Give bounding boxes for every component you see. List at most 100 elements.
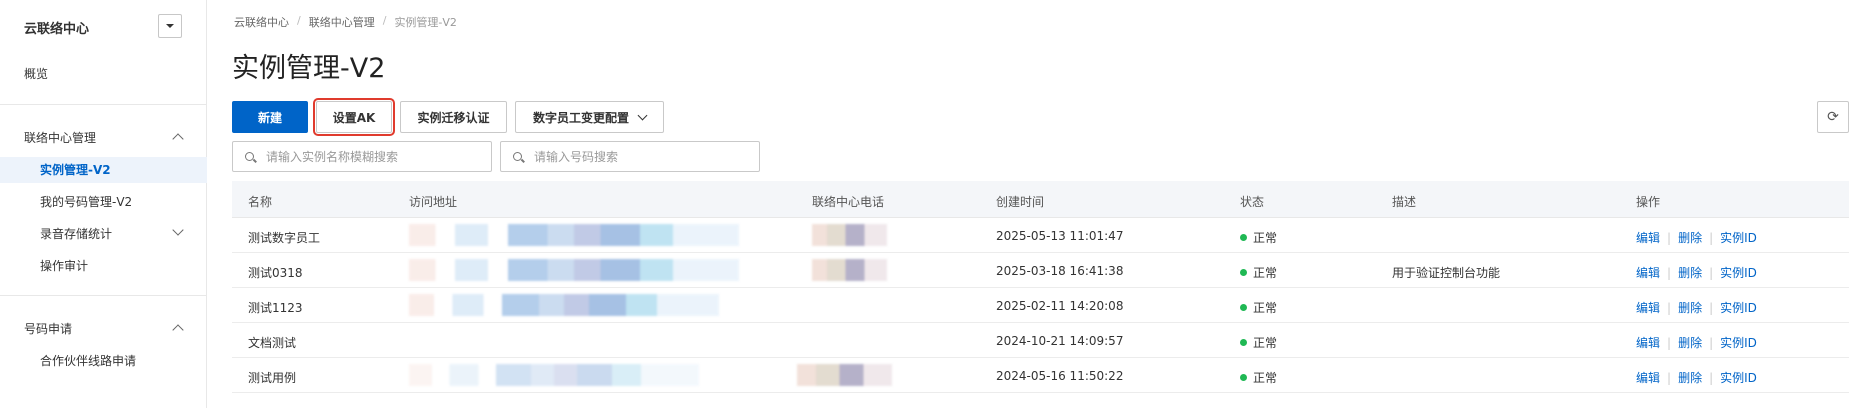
column-header: 状态	[1240, 195, 1265, 209]
delete-link[interactable]: 删除	[1678, 264, 1702, 281]
delete-link[interactable]: 删除	[1678, 299, 1702, 316]
sidebar-item-overview[interactable]: 概览	[24, 65, 48, 82]
breadcrumb-separator: /	[297, 14, 301, 27]
cell-name: 文档测试	[248, 336, 297, 350]
status-label: 正常	[1253, 336, 1278, 350]
status-label: 正常	[1253, 301, 1278, 315]
migrate-auth-button[interactable]: 实例迁移认证	[400, 101, 507, 133]
chevron-up-icon[interactable]	[172, 324, 184, 336]
row-actions: 编辑 | 删除 | 实例ID	[1636, 229, 1757, 246]
refresh-button[interactable]: ⟳	[1817, 101, 1849, 133]
instance-search-input[interactable]	[266, 149, 466, 164]
redacted-phone	[797, 364, 892, 386]
sidebar-divider	[0, 295, 207, 296]
refresh-icon: ⟳	[1827, 109, 1839, 125]
instance-id-link[interactable]: 实例ID	[1720, 229, 1757, 246]
cell-status: 正常	[1240, 229, 1277, 246]
column-header: 名称	[248, 195, 273, 209]
cell-created: 2024-05-16 11:50:22	[996, 369, 1124, 383]
sidebar-item-my-numbers-v2[interactable]: 我的号码管理-V2	[40, 193, 132, 210]
cell-status: 正常	[1240, 334, 1277, 351]
chevron-up-icon[interactable]	[172, 133, 184, 145]
status-label: 正常	[1253, 231, 1278, 245]
delete-link[interactable]: 删除	[1678, 369, 1702, 386]
sidebar: 云联络中心 概览 联络中心管理 实例管理-V2 我的号码管理-V2 录音存储统计…	[0, 0, 207, 408]
status-dot-icon	[1240, 304, 1247, 311]
edit-link[interactable]: 编辑	[1636, 299, 1660, 316]
sidebar-divider	[0, 104, 207, 105]
digital-employee-config-dropdown[interactable]: 数字员工变更配置	[515, 101, 664, 133]
edit-link[interactable]: 编辑	[1636, 264, 1660, 281]
status-dot-icon	[1240, 374, 1247, 381]
breadcrumb-item[interactable]: 联络中心管理	[309, 14, 375, 30]
instance-id-link[interactable]: 实例ID	[1720, 264, 1757, 281]
redacted-address	[409, 224, 739, 246]
status-dot-icon	[1240, 339, 1247, 346]
instance-table: 名称 访问地址 联络中心电话 创建时间 状态 描述 操作 测试数字员工 2025…	[232, 181, 1849, 393]
instance-id-link[interactable]: 实例ID	[1720, 299, 1757, 316]
status-dot-icon	[1240, 269, 1247, 276]
breadcrumb-item[interactable]: 云联络中心	[234, 14, 289, 30]
table-row: 文档测试 2024-10-21 14:09:57 正常 编辑 | 删除 | 实例ID	[232, 323, 1849, 358]
column-header: 创建时间	[996, 195, 1045, 209]
cell-created: 2025-05-13 11:01:47	[996, 229, 1124, 243]
status-label: 正常	[1253, 266, 1278, 280]
instance-search-field[interactable]	[232, 141, 492, 172]
edit-link[interactable]: 编辑	[1636, 229, 1660, 246]
table-row: 测试用例 2024-05-16 11:50:22 正常 编辑 | 删除 | 实例ID	[232, 358, 1849, 393]
cell-created: 2025-03-18 16:41:38	[996, 264, 1124, 278]
redacted-phone	[812, 224, 887, 246]
row-actions: 编辑 | 删除 | 实例ID	[1636, 334, 1757, 351]
chevron-down-icon	[637, 110, 648, 120]
table-row: 测试数字员工 2025-05-13 11:01:47 正常 编辑 | 删除 | 实例ID	[232, 218, 1849, 253]
edit-link[interactable]: 编辑	[1636, 334, 1660, 351]
redacted-phone	[812, 259, 887, 281]
table-row: 测试0318 2025-03-18 16:41:38 正常 用于验证控制台功能 …	[232, 253, 1849, 288]
separator: |	[1667, 230, 1672, 245]
separator: |	[1709, 265, 1714, 280]
breadcrumb: 云联络中心 / 联络中心管理 / 实例管理-V2	[234, 14, 457, 30]
row-actions: 编辑 | 删除 | 实例ID	[1636, 369, 1757, 386]
cell-created: 2025-02-11 14:20:08	[996, 299, 1124, 313]
column-header: 访问地址	[409, 195, 458, 209]
product-switch-dropdown[interactable]	[158, 14, 182, 38]
separator: |	[1709, 300, 1714, 315]
cell-name: 测试0318	[248, 266, 303, 280]
redacted-address	[409, 364, 699, 386]
number-search-input[interactable]	[534, 149, 734, 164]
edit-link[interactable]: 编辑	[1636, 369, 1660, 386]
sidebar-item-recording-stats[interactable]: 录音存储统计	[40, 225, 112, 242]
separator: |	[1667, 335, 1672, 350]
delete-link[interactable]: 删除	[1678, 229, 1702, 246]
separator: |	[1709, 335, 1714, 350]
column-header: 操作	[1636, 195, 1661, 209]
row-actions: 编辑 | 删除 | 实例ID	[1636, 299, 1757, 316]
number-search-field[interactable]	[500, 141, 760, 172]
cell-created: 2024-10-21 14:09:57	[996, 334, 1124, 348]
cell-status: 正常	[1240, 299, 1277, 316]
redacted-address	[409, 294, 719, 316]
cell-status: 正常	[1240, 264, 1277, 281]
sidebar-item-audit[interactable]: 操作审计	[40, 257, 88, 274]
sidebar-title: 云联络中心	[24, 22, 90, 37]
sidebar-item-partner-line[interactable]: 合作伙伴线路申请	[40, 352, 136, 369]
row-actions: 编辑 | 删除 | 实例ID	[1636, 264, 1757, 281]
delete-link[interactable]: 删除	[1678, 334, 1702, 351]
new-button[interactable]: 新建	[232, 101, 308, 133]
status-label: 正常	[1253, 371, 1278, 385]
search-icon	[513, 152, 522, 161]
separator: |	[1709, 230, 1714, 245]
separator: |	[1667, 370, 1672, 385]
sidebar-group-number-apply[interactable]: 号码申请	[24, 320, 72, 337]
sidebar-item-instance-v2[interactable]: 实例管理-V2	[40, 161, 111, 178]
breadcrumb-current: 实例管理-V2	[394, 16, 457, 29]
highlight-box	[313, 98, 395, 136]
table-header: 名称 访问地址 联络中心电话 创建时间 状态 描述 操作	[232, 181, 1849, 218]
cell-desc: 用于验证控制台功能	[1392, 266, 1501, 280]
instance-id-link[interactable]: 实例ID	[1720, 369, 1757, 386]
sidebar-group-contact-center[interactable]: 联络中心管理	[24, 129, 96, 146]
separator: |	[1667, 300, 1672, 315]
instance-id-link[interactable]: 实例ID	[1720, 334, 1757, 351]
chevron-down-icon[interactable]	[172, 224, 184, 236]
caret-down-icon	[166, 24, 174, 28]
